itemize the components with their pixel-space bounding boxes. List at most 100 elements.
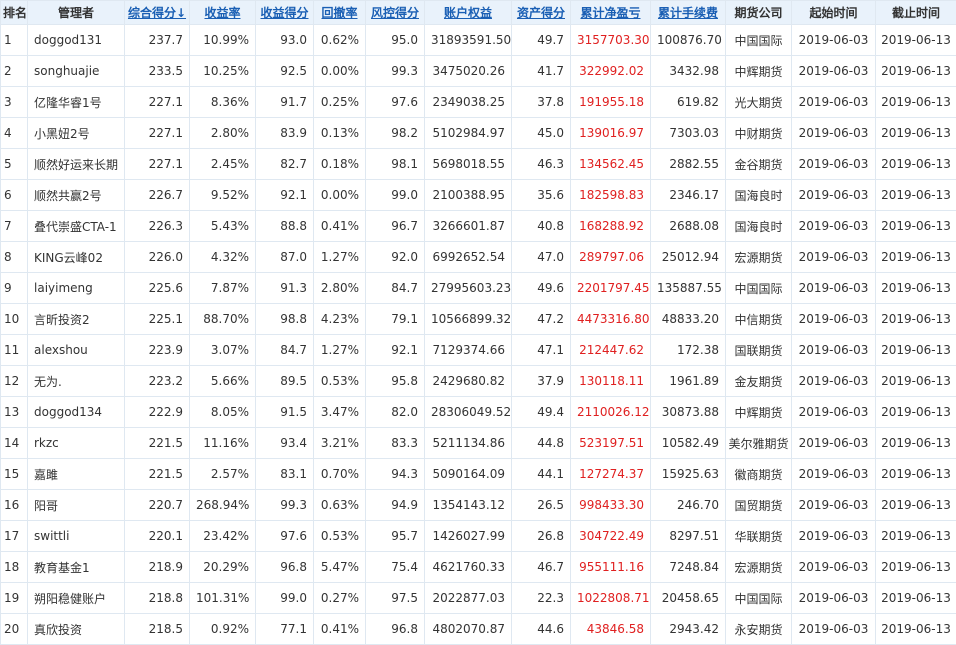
cell-manager: 真欣投资 xyxy=(28,614,125,645)
cell-start-date: 2019-06-03 xyxy=(792,25,876,56)
cell-fees: 8297.51 xyxy=(651,521,726,552)
cell-asset-score: 26.5 xyxy=(512,490,571,521)
header-net-pnl-label[interactable]: 累计净盈亏 xyxy=(580,6,640,20)
header-return-score-label[interactable]: 收益得分 xyxy=(260,6,308,20)
cell-account-equity: 4802070.87 xyxy=(425,614,512,645)
cell-end-date: 2019-06-13 xyxy=(876,366,956,397)
cell-drawdown-rate: 0.62% xyxy=(314,25,366,56)
cell-fees: 3432.98 xyxy=(651,56,726,87)
cell-rank: 4 xyxy=(1,118,28,149)
cell-futures-company: 金谷期货 xyxy=(726,149,792,180)
cell-asset-score: 47.0 xyxy=(512,242,571,273)
cell-composite-score: 227.1 xyxy=(125,149,190,180)
cell-start-date: 2019-06-03 xyxy=(792,180,876,211)
header-return-score[interactable]: 收益得分 xyxy=(256,1,314,25)
cell-start-date: 2019-06-03 xyxy=(792,87,876,118)
header-return-rate-label[interactable]: 收益率 xyxy=(204,6,240,20)
cell-end-date: 2019-06-13 xyxy=(876,614,956,645)
cell-futures-company: 中国国际 xyxy=(726,25,792,56)
cell-net-pnl: 139016.97 xyxy=(571,118,651,149)
cell-drawdown-rate: 0.18% xyxy=(314,149,366,180)
cell-net-pnl: 191955.18 xyxy=(571,87,651,118)
cell-drawdown-rate: 0.13% xyxy=(314,118,366,149)
cell-futures-company: 金友期货 xyxy=(726,366,792,397)
cell-manager: laiyimeng xyxy=(28,273,125,304)
cell-rank: 13 xyxy=(1,397,28,428)
header-risk-score[interactable]: 风控得分 xyxy=(366,1,425,25)
header-asset-score[interactable]: 资产得分 xyxy=(512,1,571,25)
cell-asset-score: 47.1 xyxy=(512,335,571,366)
cell-net-pnl: 134562.45 xyxy=(571,149,651,180)
cell-rank: 1 xyxy=(1,25,28,56)
cell-asset-score: 37.8 xyxy=(512,87,571,118)
cell-rank: 7 xyxy=(1,211,28,242)
table-row: 12无为.223.25.66%89.50.53%95.82429680.8237… xyxy=(1,366,956,397)
cell-composite-score: 221.5 xyxy=(125,428,190,459)
cell-start-date: 2019-06-03 xyxy=(792,552,876,583)
header-risk-score-label[interactable]: 风控得分 xyxy=(371,6,419,20)
cell-drawdown-rate: 5.47% xyxy=(314,552,366,583)
cell-rank: 20 xyxy=(1,614,28,645)
cell-composite-score: 223.9 xyxy=(125,335,190,366)
cell-drawdown-rate: 1.27% xyxy=(314,335,366,366)
cell-account-equity: 5102984.97 xyxy=(425,118,512,149)
table-row: 10言昕投资2225.188.70%98.84.23%79.110566899.… xyxy=(1,304,956,335)
header-composite-score-label[interactable]: 综合得分↓ xyxy=(128,6,186,20)
cell-composite-score: 223.2 xyxy=(125,366,190,397)
cell-asset-score: 49.7 xyxy=(512,25,571,56)
cell-return-rate: 88.70% xyxy=(190,304,256,335)
cell-account-equity: 6992652.54 xyxy=(425,242,512,273)
cell-account-equity: 5090164.09 xyxy=(425,459,512,490)
cell-fees: 246.70 xyxy=(651,490,726,521)
header-account-equity-label[interactable]: 账户权益 xyxy=(444,6,492,20)
cell-drawdown-rate: 0.53% xyxy=(314,521,366,552)
cell-manager: 朔阳稳健账户 xyxy=(28,583,125,614)
header-net-pnl[interactable]: 累计净盈亏 xyxy=(571,1,651,25)
cell-start-date: 2019-06-03 xyxy=(792,242,876,273)
header-asset-score-label[interactable]: 资产得分 xyxy=(517,6,565,20)
cell-end-date: 2019-06-13 xyxy=(876,552,956,583)
cell-drawdown-rate: 2.80% xyxy=(314,273,366,304)
table-row: 14rkzc221.511.16%93.43.21%83.35211134.86… xyxy=(1,428,956,459)
cell-futures-company: 徽商期货 xyxy=(726,459,792,490)
table-row: 18教育基金1218.920.29%96.85.47%75.44621760.3… xyxy=(1,552,956,583)
cell-composite-score: 227.1 xyxy=(125,87,190,118)
cell-risk-score: 92.1 xyxy=(366,335,425,366)
cell-fees: 48833.20 xyxy=(651,304,726,335)
cell-end-date: 2019-06-13 xyxy=(876,211,956,242)
cell-fees: 2943.42 xyxy=(651,614,726,645)
cell-return-rate: 9.52% xyxy=(190,180,256,211)
header-fees-label[interactable]: 累计手续费 xyxy=(658,6,718,20)
cell-net-pnl: 43846.58 xyxy=(571,614,651,645)
cell-return-rate: 10.99% xyxy=(190,25,256,56)
cell-fees: 1961.89 xyxy=(651,366,726,397)
header-drawdown-rate[interactable]: 回撤率 xyxy=(314,1,366,25)
table-row: 4小黑妞2号227.12.80%83.90.13%98.25102984.974… xyxy=(1,118,956,149)
header-end-date-label: 截止时间 xyxy=(892,6,940,20)
cell-return-rate: 2.45% xyxy=(190,149,256,180)
cell-return-score: 89.5 xyxy=(256,366,314,397)
header-fees[interactable]: 累计手续费 xyxy=(651,1,726,25)
cell-drawdown-rate: 4.23% xyxy=(314,304,366,335)
cell-manager: 言昕投资2 xyxy=(28,304,125,335)
header-composite-score[interactable]: 综合得分↓ xyxy=(125,1,190,25)
cell-fees: 7248.84 xyxy=(651,552,726,583)
cell-risk-score: 97.6 xyxy=(366,87,425,118)
header-drawdown-rate-label[interactable]: 回撤率 xyxy=(321,6,357,20)
cell-drawdown-rate: 3.47% xyxy=(314,397,366,428)
cell-futures-company: 中财期货 xyxy=(726,118,792,149)
table-row: 3亿隆华睿1号227.18.36%91.70.25%97.62349038.25… xyxy=(1,87,956,118)
ranking-table: 排名管理者综合得分↓收益率收益得分回撤率风控得分账户权益资产得分累计净盈亏累计手… xyxy=(0,0,956,645)
cell-composite-score: 226.0 xyxy=(125,242,190,273)
cell-manager: alexshou xyxy=(28,335,125,366)
header-return-rate[interactable]: 收益率 xyxy=(190,1,256,25)
cell-manager: doggod134 xyxy=(28,397,125,428)
cell-composite-score: 220.7 xyxy=(125,490,190,521)
cell-risk-score: 98.2 xyxy=(366,118,425,149)
table-row: 8KING云峰02226.04.32%87.01.27%92.06992652.… xyxy=(1,242,956,273)
header-account-equity[interactable]: 账户权益 xyxy=(425,1,512,25)
cell-account-equity: 3475020.26 xyxy=(425,56,512,87)
cell-composite-score: 233.5 xyxy=(125,56,190,87)
table-row: 7叠代崇盛CTA-1226.35.43%88.80.41%96.73266601… xyxy=(1,211,956,242)
cell-return-rate: 2.57% xyxy=(190,459,256,490)
